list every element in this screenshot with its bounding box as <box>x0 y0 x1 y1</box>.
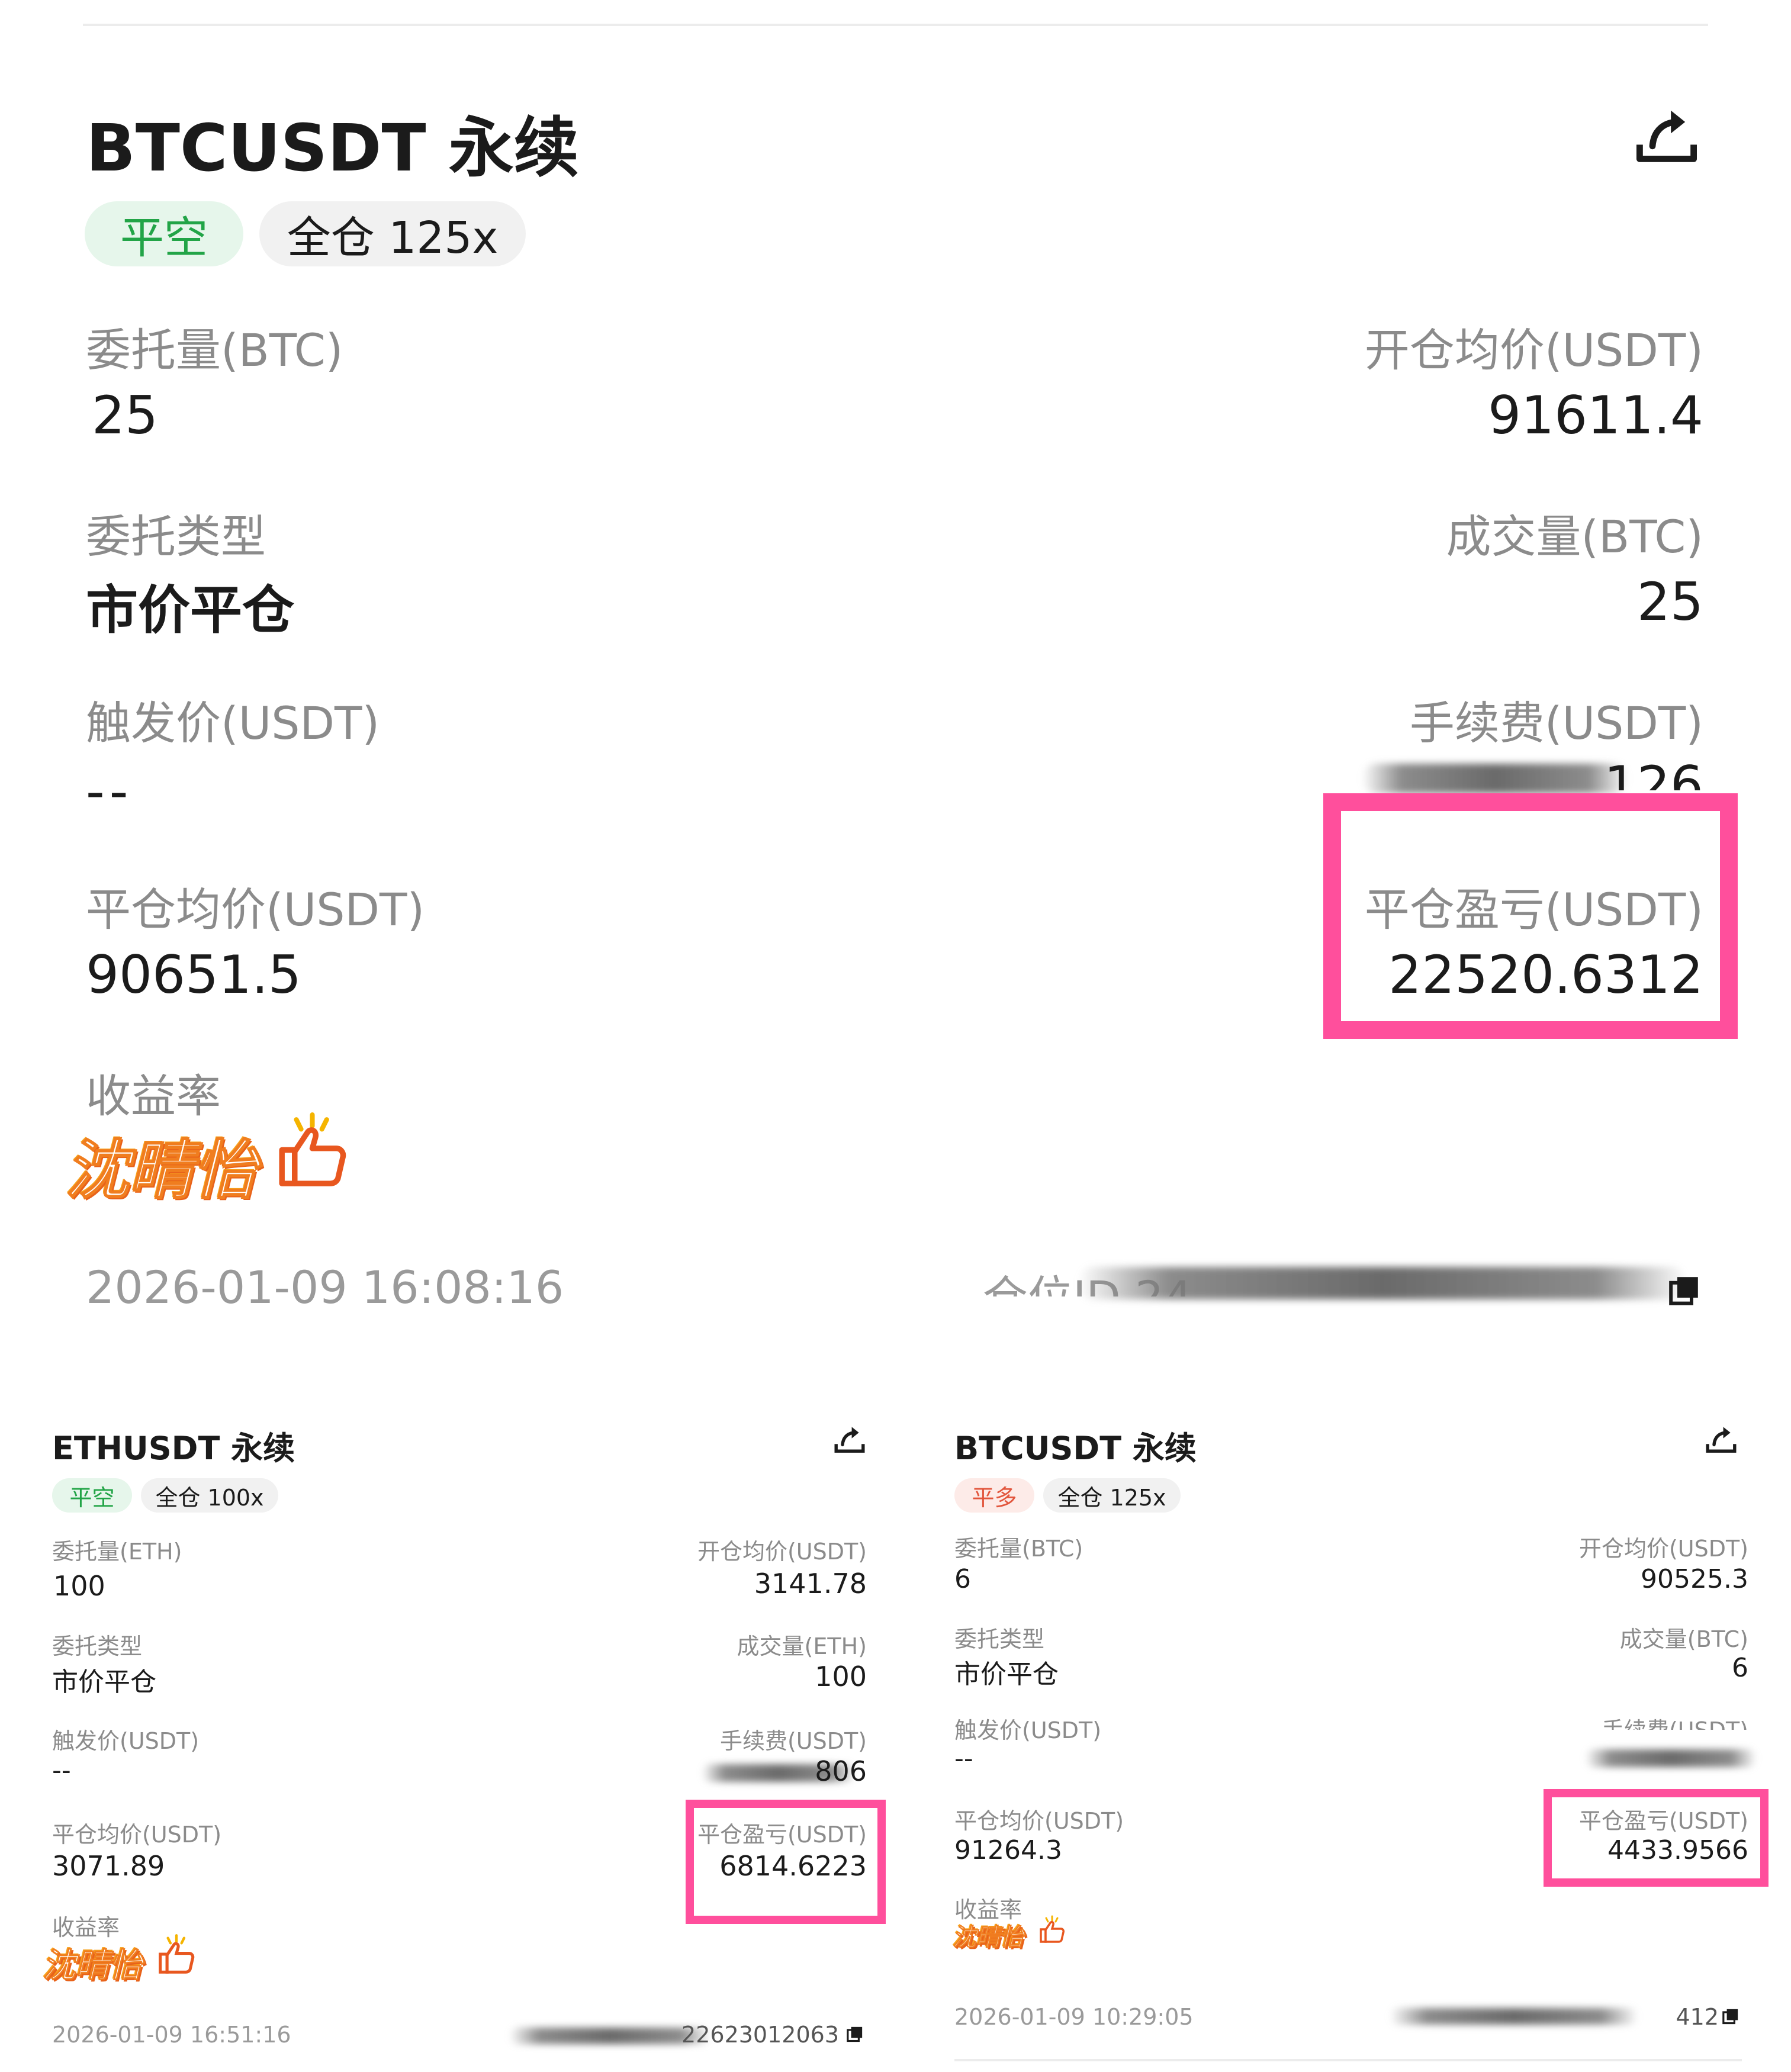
left-filled-label: 成交量(ETH) <box>737 1633 867 1659</box>
right-contract-title: BTCUSDT 永续 <box>954 1430 1197 1467</box>
right-margin-badge: 全仓 125x <box>1043 1478 1181 1513</box>
left-side-badge: 平空 <box>52 1478 132 1513</box>
main-roi-sticker: 沈晴怡 <box>65 1133 258 1208</box>
share-icon[interactable] <box>1703 1422 1739 1458</box>
right-filled-label: 成交量(BTC) <box>1619 1626 1748 1652</box>
left-order-type-value: 市价平仓 <box>52 1667 156 1697</box>
right-order-card: BTCUSDT 永续 平多 全仓 125x 委托量(BTC) 6 开仓均价(US… <box>895 1409 1791 2072</box>
right-side-badge: 平多 <box>954 1478 1034 1513</box>
main-fee-label: 手续费(USDT) <box>1409 697 1703 749</box>
left-fee-value: 806 <box>815 1755 867 1787</box>
main-pnl-value: 22520.6312 <box>1388 944 1703 1005</box>
right-datetime: 2026-01-09 10:29:05 <box>954 2004 1194 2030</box>
right-trigger-label: 触发价(USDT) <box>954 1717 1102 1743</box>
main-filled-value: 25 <box>1637 571 1703 632</box>
left-trigger-value: -- <box>52 1755 71 1785</box>
right-position-id-redaction <box>1390 2008 1638 2025</box>
left-order-qty-label: 委托量(ETH) <box>52 1539 182 1565</box>
main-order-type-label: 委托类型 <box>86 510 266 563</box>
left-contract-title: ETHUSDT 永续 <box>52 1430 295 1467</box>
left-datetime: 2026-01-09 16:51:16 <box>52 2022 291 2048</box>
share-icon[interactable] <box>1631 101 1702 172</box>
copy-icon[interactable] <box>845 2025 864 2044</box>
left-roi-label: 收益率 <box>52 1915 120 1941</box>
right-close-avg-label: 平仓均价(USDT) <box>954 1808 1124 1834</box>
right-roi-sticker: 沈晴怡 <box>953 1924 1024 1952</box>
left-trigger-label: 触发价(USDT) <box>52 1728 200 1754</box>
left-open-avg-label: 开仓均价(USDT) <box>697 1539 867 1565</box>
right-close-avg-value: 91264.3 <box>954 1835 1062 1865</box>
main-side-badge: 平空 <box>85 201 243 266</box>
left-order-card: ETHUSDT 永续 平空 全仓 100x 委托量(ETH) 100 开仓均价(… <box>0 1409 895 2072</box>
left-close-avg-value: 3071.89 <box>52 1850 165 1882</box>
main-order-type-value: 市价平仓 <box>86 580 295 641</box>
right-trigger-value: -- <box>954 1743 973 1774</box>
main-contract-title: BTCUSDT 永续 <box>86 110 579 186</box>
main-open-avg-value: 91611.4 <box>1488 385 1703 446</box>
main-margin-badge: 全仓 125x <box>259 201 526 266</box>
right-bottom-divider <box>954 2059 1742 2061</box>
main-trigger-label: 触发价(USDT) <box>86 697 380 749</box>
right-pnl-value: 4433.9566 <box>1607 1835 1748 1865</box>
right-order-qty-label: 委托量(BTC) <box>954 1536 1083 1562</box>
right-filled-value: 6 <box>1732 1653 1748 1683</box>
copy-icon[interactable] <box>1667 1273 1702 1308</box>
right-fee-label: 手续费(USDT) <box>1602 1712 1748 1730</box>
right-order-qty-value: 6 <box>954 1564 971 1594</box>
main-order-card: BTCUSDT 永续 平空 全仓 125x 委托量(BTC) 25 开仓均价(U… <box>0 0 1791 1362</box>
right-open-avg-value: 90525.3 <box>1641 1564 1748 1594</box>
left-margin-badge: 全仓 100x <box>141 1478 278 1513</box>
right-position-id: 412 <box>1676 2004 1719 2030</box>
left-position-id-redaction <box>509 2028 710 2044</box>
thumbs-up-icon <box>159 1934 195 1974</box>
main-fee-redaction <box>1362 764 1628 793</box>
main-close-avg-label: 平仓均价(USDT) <box>86 883 425 936</box>
left-close-avg-label: 平仓均价(USDT) <box>52 1822 222 1848</box>
copy-icon[interactable] <box>1721 2007 1740 2026</box>
main-fee-value: 126 <box>1604 755 1703 790</box>
left-order-qty-value: 100 <box>53 1570 105 1602</box>
thumbs-up-icon <box>279 1112 346 1186</box>
left-position-id: 22623012063 <box>681 2022 839 2048</box>
main-datetime: 2026-01-09 16:08:16 <box>86 1261 564 1314</box>
main-roi-label: 收益率 <box>86 1070 221 1122</box>
main-close-avg-value: 90651.5 <box>86 944 301 1005</box>
main-pnl-label: 平仓盈亏(USDT) <box>1364 883 1703 936</box>
right-fee-redaction <box>1585 1749 1757 1767</box>
right-order-type-label: 委托类型 <box>954 1626 1045 1652</box>
main-order-qty-value: 25 <box>92 385 158 446</box>
right-pnl-label: 平仓盈亏(USDT) <box>1578 1808 1748 1834</box>
left-pnl-label: 平仓盈亏(USDT) <box>697 1822 867 1848</box>
main-trigger-value: -- <box>86 761 133 822</box>
left-fee-label: 手续费(USDT) <box>719 1728 867 1754</box>
left-pnl-value: 6814.6223 <box>719 1850 867 1882</box>
main-filled-label: 成交量(BTC) <box>1446 510 1703 563</box>
left-filled-value: 100 <box>815 1661 867 1693</box>
left-roi-sticker: 沈晴怡 <box>43 1946 143 1986</box>
main-order-qty-label: 委托量(BTC) <box>86 324 343 377</box>
main-position-id-redaction <box>1078 1267 1687 1299</box>
share-icon[interactable] <box>832 1422 867 1458</box>
main-open-avg-label: 开仓均价(USDT) <box>1364 324 1703 377</box>
left-open-avg-value: 3141.78 <box>754 1568 867 1600</box>
thumbs-up-icon <box>1040 1915 1065 1943</box>
right-order-type-value: 市价平仓 <box>954 1659 1059 1690</box>
right-open-avg-label: 开仓均价(USDT) <box>1578 1536 1748 1562</box>
left-order-type-label: 委托类型 <box>52 1633 143 1659</box>
